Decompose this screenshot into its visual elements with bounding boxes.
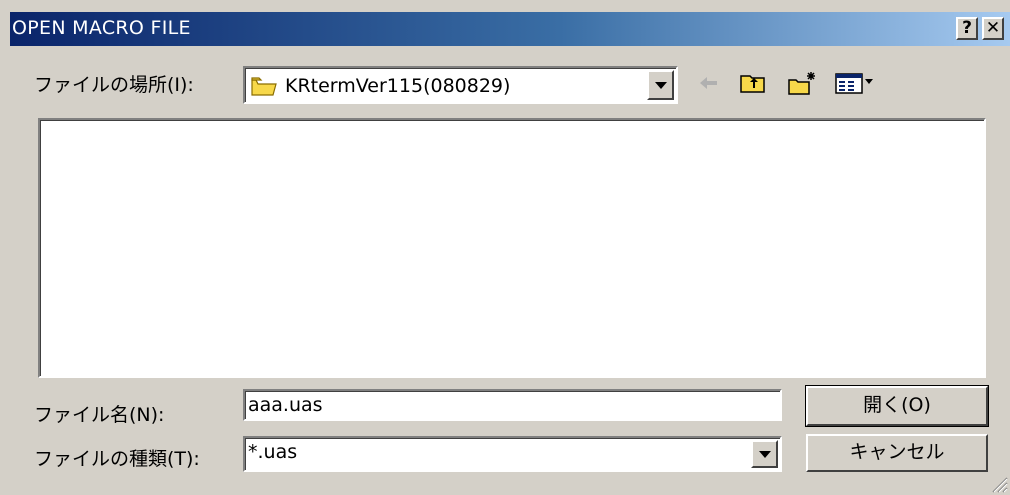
open-macro-file-dialog: OPEN MACRO FILE ? ✕ ファイルの場所(I): KRtermVe… — [0, 0, 1010, 495]
folder-icon — [251, 77, 277, 96]
file-type-value: *.uas — [248, 441, 298, 463]
resize-grip-icon[interactable] — [988, 473, 1008, 493]
back-arrow-icon[interactable] — [696, 70, 720, 96]
close-button[interactable]: ✕ — [982, 17, 1004, 40]
up-folder-icon[interactable] — [739, 70, 767, 96]
help-button[interactable]: ? — [956, 17, 978, 40]
file-name-label: ファイル名(N): — [34, 404, 165, 426]
file-name-field[interactable] — [243, 389, 782, 421]
look-in-dropdown-arrow[interactable] — [647, 70, 674, 100]
cancel-button[interactable]: キャンセル — [806, 434, 988, 472]
open-button[interactable]: 開く(O) — [805, 385, 989, 427]
window-title: OPEN MACRO FILE — [12, 17, 191, 39]
file-list[interactable] — [38, 118, 986, 378]
views-menu-icon[interactable] — [834, 70, 884, 96]
file-type-dropdown-arrow[interactable] — [751, 440, 778, 468]
look-in-label: ファイルの場所(I): — [34, 74, 194, 96]
look-in-value: KRtermVer115(080829) — [285, 75, 511, 97]
title-bar[interactable]: OPEN MACRO FILE ? ✕ — [10, 12, 1010, 46]
new-folder-icon[interactable] — [787, 70, 819, 96]
file-name-input[interactable] — [248, 394, 748, 416]
file-type-label: ファイルの種類(T): — [34, 448, 200, 470]
look-in-dropdown[interactable]: KRtermVer115(080829) — [243, 66, 678, 104]
file-type-dropdown[interactable]: *.uas — [243, 436, 782, 472]
